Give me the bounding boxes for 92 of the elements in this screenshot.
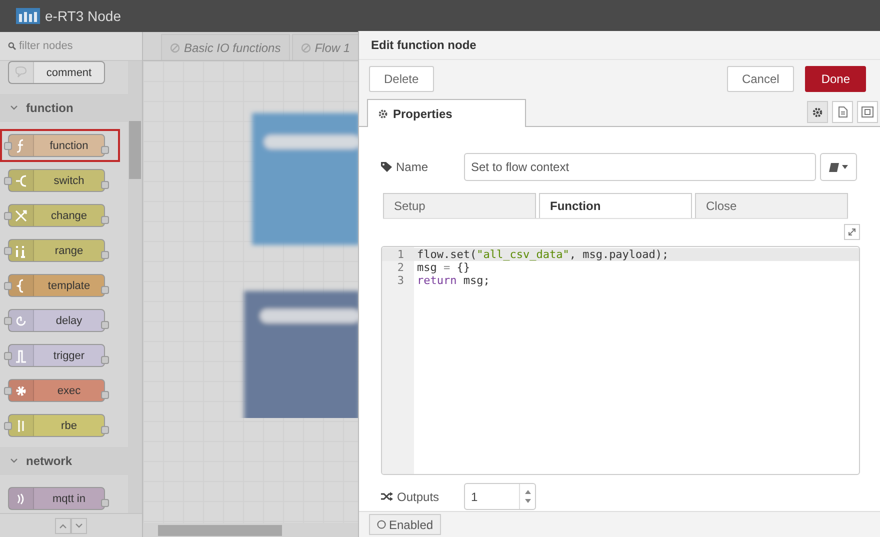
editor-tab[interactable]: Close [695, 193, 848, 218]
library-button[interactable] [820, 153, 857, 181]
input-port [4, 316, 12, 324]
shuffle-icon [381, 492, 393, 501]
category-header[interactable]: function [0, 94, 128, 122]
node-icon [15, 314, 27, 328]
palette-node[interactable]: change [8, 204, 105, 227]
outputs-spinner[interactable]: 1 [464, 483, 536, 510]
disabled-icon [300, 42, 311, 52]
output-port [101, 498, 109, 506]
input-port [4, 282, 12, 290]
output-port [101, 390, 109, 398]
code-line: flow.set("all_csv_data", msg.payload); [417, 248, 669, 261]
palette-node[interactable]: range [8, 239, 105, 262]
output-port [101, 286, 109, 294]
output-port [101, 250, 109, 258]
node-icon [15, 384, 27, 398]
frame-icon [861, 106, 874, 118]
output-port [101, 180, 109, 188]
node-icon [15, 244, 27, 258]
input-port [4, 176, 12, 184]
expand-icon [848, 228, 856, 236]
caret-icon [842, 165, 848, 169]
enabled-toggle[interactable]: Enabled [369, 514, 442, 535]
node-icon [15, 348, 27, 362]
name-label: Name [396, 160, 428, 174]
palette-node[interactable]: rbe [8, 414, 105, 437]
category-label: network [26, 454, 72, 468]
scrollbar[interactable] [128, 61, 142, 513]
book-icon [829, 162, 839, 172]
input-port [4, 386, 12, 394]
appearance-tab[interactable] [857, 101, 878, 123]
document-icon [838, 106, 848, 118]
output-port [101, 216, 109, 224]
name-field[interactable]: Set to flow context [464, 153, 816, 181]
input-port [4, 422, 12, 430]
output-port [101, 146, 109, 154]
line-number: 1 [396, 248, 405, 261]
input-port [4, 142, 12, 150]
palette-node[interactable]: function [8, 134, 105, 157]
palette-node[interactable]: delay [8, 309, 105, 332]
cancel-button[interactable]: Cancel [726, 66, 794, 92]
gear-icon [378, 108, 388, 118]
palette-node[interactable]: mqtt in [8, 487, 105, 510]
tray-title: Edit function node [359, 31, 880, 60]
node-icon [15, 66, 27, 80]
app-title: e-RT3 Node [45, 8, 122, 24]
category-header[interactable]: network [0, 447, 128, 475]
output-port [101, 426, 109, 434]
done-button[interactable]: Done [805, 66, 866, 92]
palette-node[interactable]: comment [8, 61, 105, 84]
chevron-down-icon [75, 522, 83, 528]
code-editor[interactable]: 1 flow.set("all_csv_data", msg.payload); 2 msg = {} 3 return msg; [381, 246, 860, 475]
node-icon [15, 418, 27, 432]
chevron-up-icon [59, 522, 67, 528]
input-port [4, 352, 12, 360]
palette-node[interactable]: exec [8, 379, 105, 402]
output-port [101, 356, 109, 364]
scrollbar[interactable] [143, 523, 358, 537]
search-icon [8, 42, 16, 50]
info-tab[interactable] [832, 101, 853, 123]
line-number: 3 [396, 274, 405, 287]
scroll-up-button[interactable] [55, 518, 71, 534]
palette-node[interactable]: switch [8, 169, 105, 192]
input-port [4, 212, 12, 220]
outputs-label: Outputs [397, 490, 440, 504]
circle-icon [377, 520, 386, 529]
decrement-icon [524, 499, 530, 503]
delete-button[interactable]: Delete [369, 66, 434, 92]
code-line: return msg; [417, 274, 490, 287]
settings-tab[interactable] [807, 101, 828, 123]
editor-tab[interactable]: Setup [383, 193, 536, 218]
input-port [4, 246, 12, 254]
logo-icon [16, 8, 40, 24]
gear-icon [812, 106, 823, 118]
disabled-icon [170, 42, 180, 52]
node-icon [15, 174, 27, 188]
expand-button[interactable] [844, 224, 860, 240]
output-port [101, 320, 109, 328]
palette-node[interactable]: trigger [8, 344, 105, 367]
line-number: 2 [396, 261, 405, 274]
tag-icon [381, 162, 392, 172]
editor-tab[interactable]: Function [539, 193, 692, 218]
node-icon [15, 208, 27, 222]
palette-node[interactable]: template [8, 274, 105, 297]
filter-input[interactable]: filter nodes [19, 40, 129, 52]
code-line: msg = {} [417, 261, 470, 274]
increment-icon [524, 490, 530, 494]
properties-tab[interactable]: Properties [367, 99, 526, 127]
scroll-down-button[interactable] [71, 518, 87, 534]
filter-field[interactable]: filter nodes [0, 32, 142, 61]
category-label: function [26, 101, 74, 115]
